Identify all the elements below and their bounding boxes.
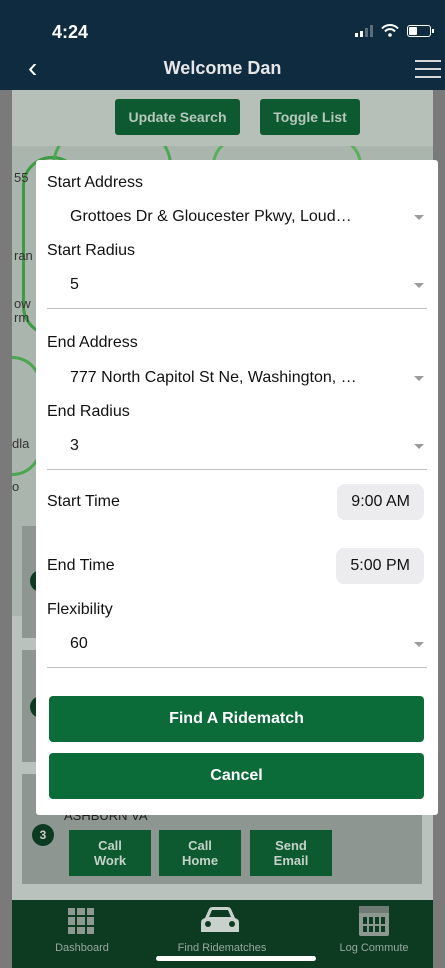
status-icons [355, 24, 434, 37]
menu-icon[interactable] [415, 60, 441, 78]
end-radius-value: 3 [70, 437, 79, 454]
divider [47, 667, 427, 668]
car-icon [201, 907, 239, 932]
status-bar: 4:24 [0, 0, 445, 50]
tab-label: Dashboard [55, 942, 109, 954]
flexibility-label: Flexibility [47, 601, 113, 618]
send-email-button[interactable]: Send Email [250, 830, 332, 876]
nav-bar: ‹ Welcome Dan [0, 50, 445, 90]
wifi-icon [381, 24, 399, 37]
call-home-button[interactable]: Call Home [159, 830, 241, 876]
divider [47, 469, 427, 470]
dropdown-caret-icon [414, 283, 424, 288]
tab-log-commute[interactable]: Log Commute [315, 900, 433, 968]
tab-label: Find Ridematches [177, 942, 267, 954]
update-search-button[interactable]: Update Search [115, 99, 240, 135]
end-address-select[interactable]: 777 North Capitol St Ne, Washington, … [70, 369, 432, 387]
dropdown-caret-icon [414, 444, 424, 449]
battery-icon [407, 24, 434, 37]
start-radius-label: Start Radius [47, 242, 136, 259]
tab-label: Log Commute [339, 942, 409, 954]
start-address-label: Start Address [47, 174, 144, 191]
start-address-select[interactable]: Grottoes Dr & Gloucester Pkwy, Loud… [70, 208, 432, 226]
cancel-button[interactable]: Cancel [49, 753, 424, 799]
end-time-picker[interactable]: 5:00 PM [336, 548, 424, 584]
end-address-label: End Address [47, 334, 138, 351]
home-indicator [156, 956, 316, 961]
start-address-value: Grottoes Dr & Gloucester Pkwy, Loud… [70, 208, 352, 225]
start-radius-select[interactable]: 5 [70, 276, 432, 294]
dropdown-caret-icon [414, 642, 424, 647]
search-modal: Start Address Grottoes Dr & Gloucester P… [36, 160, 438, 815]
end-radius-select[interactable]: 3 [70, 437, 432, 455]
end-address-value: 777 North Capitol St Ne, Washington, … [70, 369, 357, 386]
grid-icon [68, 908, 94, 934]
toggle-list-button[interactable]: Toggle List [260, 99, 360, 135]
start-time-picker[interactable]: 9:00 AM [337, 484, 424, 520]
tab-dashboard[interactable]: Dashboard [12, 900, 152, 968]
list-item-number-badge: 3 [32, 824, 54, 846]
map-toolbar: Update Search Toggle List [12, 90, 433, 146]
divider [47, 308, 427, 309]
page-title: Welcome Dan [163, 58, 282, 78]
flexibility-select[interactable]: 60 [70, 635, 432, 653]
calendar-icon [359, 906, 389, 936]
status-time: 4:24 [52, 22, 89, 42]
start-radius-value: 5 [70, 276, 79, 293]
find-ridematch-button[interactable]: Find A Ridematch [49, 696, 424, 742]
cellular-signal-icon [355, 24, 373, 37]
end-time-label: End Time [47, 557, 115, 574]
end-radius-label: End Radius [47, 403, 130, 420]
call-work-button[interactable]: Call Work [69, 830, 151, 876]
flexibility-value: 60 [70, 635, 88, 652]
dropdown-caret-icon [414, 376, 424, 381]
dropdown-caret-icon [414, 215, 424, 220]
start-time-label: Start Time [47, 493, 120, 510]
